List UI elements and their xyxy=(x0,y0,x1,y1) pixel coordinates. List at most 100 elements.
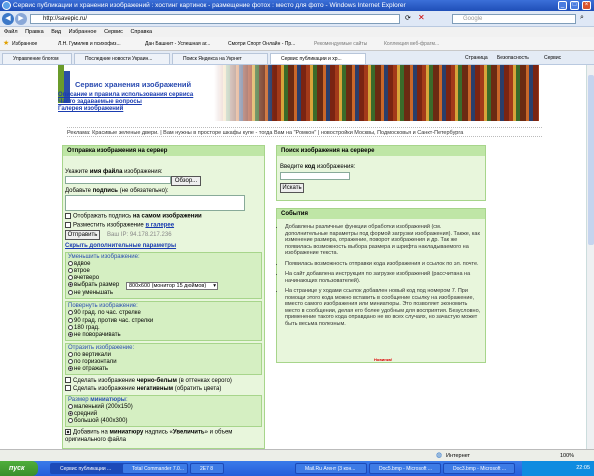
favorites-bar: ★ Избранное Л.Н. Гумилев и психофиз... Д… xyxy=(0,37,594,51)
fav-item-5[interactable]: Коллекция веб-фрагм... xyxy=(384,37,439,50)
search-input[interactable]: Google xyxy=(452,14,576,24)
events-header: События xyxy=(277,209,485,219)
resize-opt-3[interactable]: вчетверо xyxy=(68,275,259,282)
back-button[interactable]: ◀ xyxy=(2,13,14,25)
refresh-icon[interactable]: ⟳ xyxy=(405,14,411,22)
code-input[interactable] xyxy=(280,172,350,180)
tab-2[interactable]: Последние новости Украин... xyxy=(74,53,170,64)
show-caption-checkbox[interactable] xyxy=(65,213,71,219)
system-tray: 22:05 xyxy=(522,461,594,476)
link-rules[interactable]: Описание и правила использования сервиса xyxy=(58,92,193,99)
upload-header: Отправка изображения на сервер xyxy=(63,146,264,156)
task-total-commander[interactable]: Total Commander 7.0... xyxy=(122,463,188,474)
resize-opt-5[interactable]: не уменьшать xyxy=(68,290,259,297)
browse-button[interactable]: Обзор... xyxy=(171,176,201,186)
negative-row[interactable]: Сделать изображение негативным (обратить… xyxy=(65,385,262,393)
menu-file[interactable]: Файл xyxy=(4,29,18,35)
menu-help[interactable]: Справка xyxy=(130,29,152,35)
resize-opt-4[interactable]: выбрать размер 800x600 (монитор 15 дюймо… xyxy=(68,282,259,291)
file-label: Укажите имя файла изображения: xyxy=(65,169,163,175)
gallery-row[interactable]: Разместить изображение в галерее xyxy=(65,221,262,228)
tab-1[interactable]: Управление блогом xyxy=(2,53,72,64)
show-caption-row[interactable]: Отображать подпись на самом изображении xyxy=(65,213,262,220)
resize-title: Уменьшить изображение: xyxy=(68,254,140,261)
fav-item-3[interactable]: Смотри Спорт Онлайн - Пр... xyxy=(228,37,295,50)
fav-item-4[interactable]: Рекомендуемые сайты xyxy=(314,37,367,50)
rotate-title: Повернуть изображение: xyxy=(68,303,138,310)
fav-item-1[interactable]: Л.Н. Гумилев и психофиз... xyxy=(58,37,121,50)
new-badge: Новинка! xyxy=(374,357,393,362)
site-title: Сервис хранения изображений xyxy=(75,80,192,89)
menu-tools[interactable]: Сервис xyxy=(104,29,123,35)
forward-button[interactable]: ▶ xyxy=(15,13,27,25)
toolbar-tools[interactable]: Сервис xyxy=(544,51,561,64)
events-list: Добавлены различные функции обработки из… xyxy=(277,219,485,327)
stop-icon[interactable]: ✕ xyxy=(418,13,425,22)
books-banner-image xyxy=(214,65,539,121)
dropdown-arrow-icon: ▾ xyxy=(213,283,216,290)
ad-line: Реклама: Красивые зеленые двери. | Вам н… xyxy=(67,127,542,137)
maximize-icon[interactable]: □ xyxy=(570,1,579,10)
rotate-opt-4[interactable]: не поворачивать xyxy=(68,331,259,339)
file-input[interactable] xyxy=(65,176,171,184)
address-bar: ◀ ▶ http://savepic.ru/ ⟳ ✕ Google ⌕ xyxy=(0,11,594,27)
task-doc3[interactable]: Doc3.bmp - Microsoft ... xyxy=(443,463,515,474)
taskbar: пуск Сервис публикации ... Total Command… xyxy=(0,461,594,476)
tab-bar: Управление блогом Последние новости Укра… xyxy=(0,51,594,65)
bw-row[interactable]: Сделать изображение черно-белым (в оттен… xyxy=(65,377,262,385)
menu-edit[interactable]: Правка xyxy=(25,29,44,35)
thumb-opt-3[interactable]: большой (400x300) xyxy=(68,418,259,425)
task-doc5[interactable]: Doc5.bmp - Microsoft ... xyxy=(369,463,441,474)
rotate-opt-3[interactable]: 180 град. xyxy=(68,324,259,332)
start-button[interactable]: пуск xyxy=(0,461,38,476)
menu-favorites[interactable]: Избранное xyxy=(69,29,97,35)
code-label: Введите код изображения: xyxy=(280,164,356,170)
link-faq[interactable]: Часто задаваемые вопросы xyxy=(58,99,193,106)
status-bar: ◍ Интернет 100% xyxy=(0,449,594,461)
link-gallery[interactable]: Галерея изображений xyxy=(58,106,193,113)
ip-text: Ваш IP: 94.178.217.236 xyxy=(107,232,172,239)
task-ie[interactable]: Сервис публикации ... xyxy=(50,463,130,474)
menu-view[interactable]: Вид xyxy=(51,29,61,35)
rotate-opt-1[interactable]: 90 град. по час. стрелке xyxy=(68,310,259,317)
toolbar-page[interactable]: Страница xyxy=(465,51,488,64)
rotate-opt-2[interactable]: 90 град. против час. стрелки xyxy=(68,317,259,325)
event-item: Добавлены различные функции обработки из… xyxy=(285,224,482,257)
flip-title: Отразить изображение: xyxy=(68,344,135,351)
menu-bar: Файл Правка Вид Избранное Сервис Справка xyxy=(0,27,594,37)
favorites-star-icon: ★ xyxy=(3,40,10,47)
toolbar-security[interactable]: Безопасность xyxy=(497,51,529,64)
flip-opt-2[interactable]: по горизонтали xyxy=(68,358,259,366)
close-icon[interactable]: × xyxy=(582,1,591,10)
resize-opt-1[interactable]: вдвое xyxy=(68,261,259,268)
thumb-group: Размер миниатюры: маленький (200x150) ср… xyxy=(65,395,262,428)
favorites-button[interactable]: Избранное xyxy=(12,37,37,50)
submit-button[interactable]: Отправить xyxy=(65,230,100,241)
task-mailru[interactable]: Mail.Ru Агент (3 кон... xyxy=(295,463,367,474)
tab-4-active[interactable]: Сервис публикации и хр... xyxy=(270,53,366,64)
event-item: На сайт добавлена инструкция по загрузке… xyxy=(285,271,482,284)
flip-opt-1[interactable]: по вертикали xyxy=(68,351,259,359)
top-links: Описание и правила использования сервиса… xyxy=(58,92,193,113)
search-button[interactable]: Искать xyxy=(280,183,304,193)
minimize-icon[interactable]: _ xyxy=(558,1,567,10)
resize-opt-2[interactable]: втрое xyxy=(68,268,259,275)
search-icon[interactable]: ⌕ xyxy=(580,14,584,22)
enlarge-row[interactable]: Добавить на миниатюру надпись «Увеличить… xyxy=(65,429,262,444)
gallery-checkbox[interactable] xyxy=(65,221,71,228)
caption-label: Добавьте подпись (не обязательно): xyxy=(65,188,169,194)
search-panel: Поиск изображения на сервере Введите код… xyxy=(276,145,486,201)
events-panel: События Добавлены различные функции обра… xyxy=(276,208,486,363)
hide-params-link[interactable]: Скрыть дополнительные параметры xyxy=(65,243,262,249)
vertical-scrollbar[interactable] xyxy=(586,65,594,449)
tab-3[interactable]: Поиск Яндекса на Укрнет xyxy=(172,53,268,64)
ie-logo-icon xyxy=(2,1,11,10)
flip-opt-3[interactable]: не отражать xyxy=(68,365,259,373)
caption-textarea[interactable] xyxy=(65,195,245,211)
thumb-title: Размер миниатюры: xyxy=(68,397,128,404)
clock: 22:05 xyxy=(576,465,590,471)
task-2e7[interactable]: 2E7 8 xyxy=(190,463,224,474)
resize-select[interactable]: 800x600 (монитор 15 дюймов) ▾ xyxy=(126,282,218,291)
url-input[interactable]: http://savepic.ru/ xyxy=(30,14,400,24)
fav-item-2[interactable]: Дан Башнит - Успешная аг... xyxy=(145,37,210,50)
